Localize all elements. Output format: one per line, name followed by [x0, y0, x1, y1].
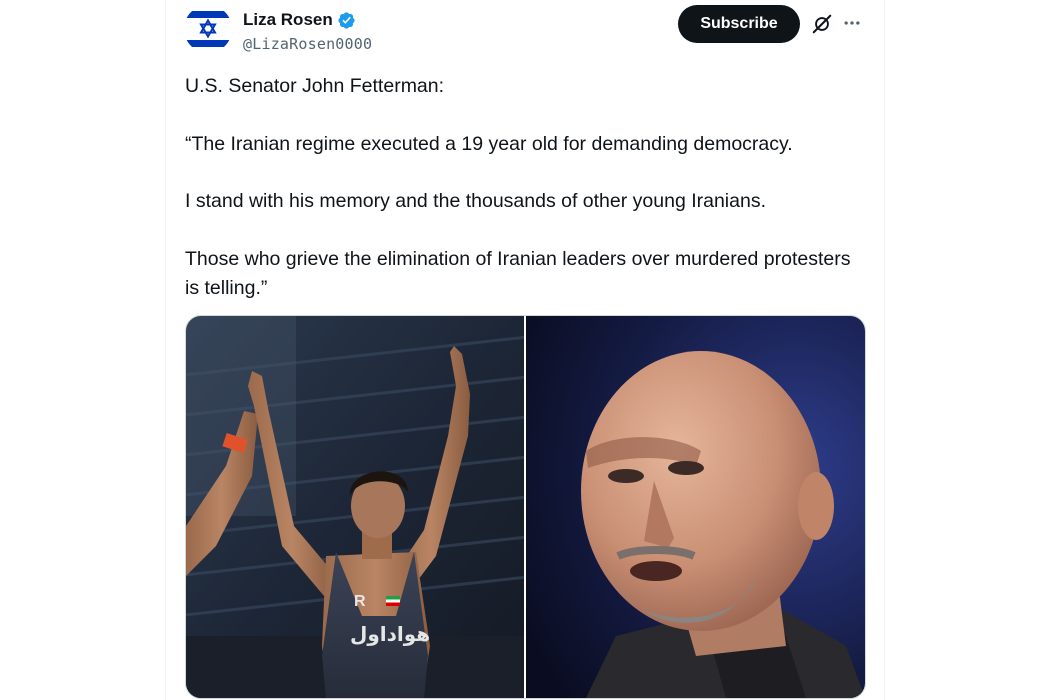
israel-flag-avatar-icon[interactable]	[184, 5, 232, 53]
author-display-name[interactable]: Liza Rosen	[243, 10, 333, 30]
tweet-paragraph: U.S. Senator John Fetterman:	[185, 75, 445, 97]
senator-photo[interactable]	[526, 316, 865, 698]
author-handle[interactable]: @LizaRosen0000	[243, 35, 372, 53]
tweet-paragraph: “The Iranian regime executed a 19 year o…	[185, 132, 793, 155]
subscribe-button[interactable]: Subscribe	[678, 5, 800, 43]
author-names: Liza Rosen @LizaRosen0000	[243, 9, 372, 53]
tweet-paragraph: Those who grieve the elimination of Iran…	[185, 247, 851, 299]
grok-icon[interactable]	[811, 13, 833, 35]
display-name-row: Liza Rosen	[243, 9, 372, 31]
tweet-media: R هواداول	[185, 315, 866, 699]
tweet-header: Liza Rosen @LizaRosen0000 Subscribe	[184, 5, 866, 55]
wrestler-photo[interactable]: R هواداول	[186, 316, 524, 698]
verified-badge-icon[interactable]	[337, 11, 356, 30]
tweet-text: U.S. Senator John Fetterman: “The Irania…	[185, 72, 865, 303]
more-options-icon[interactable]	[841, 12, 863, 34]
jersey-logo: R	[354, 593, 366, 610]
tweet-card: Liza Rosen @LizaRosen0000 Subscribe U.S.…	[165, 0, 885, 700]
jersey-text: هواداول	[350, 622, 430, 646]
tweet-paragraph: I stand with his memory and the thousand…	[185, 190, 767, 212]
